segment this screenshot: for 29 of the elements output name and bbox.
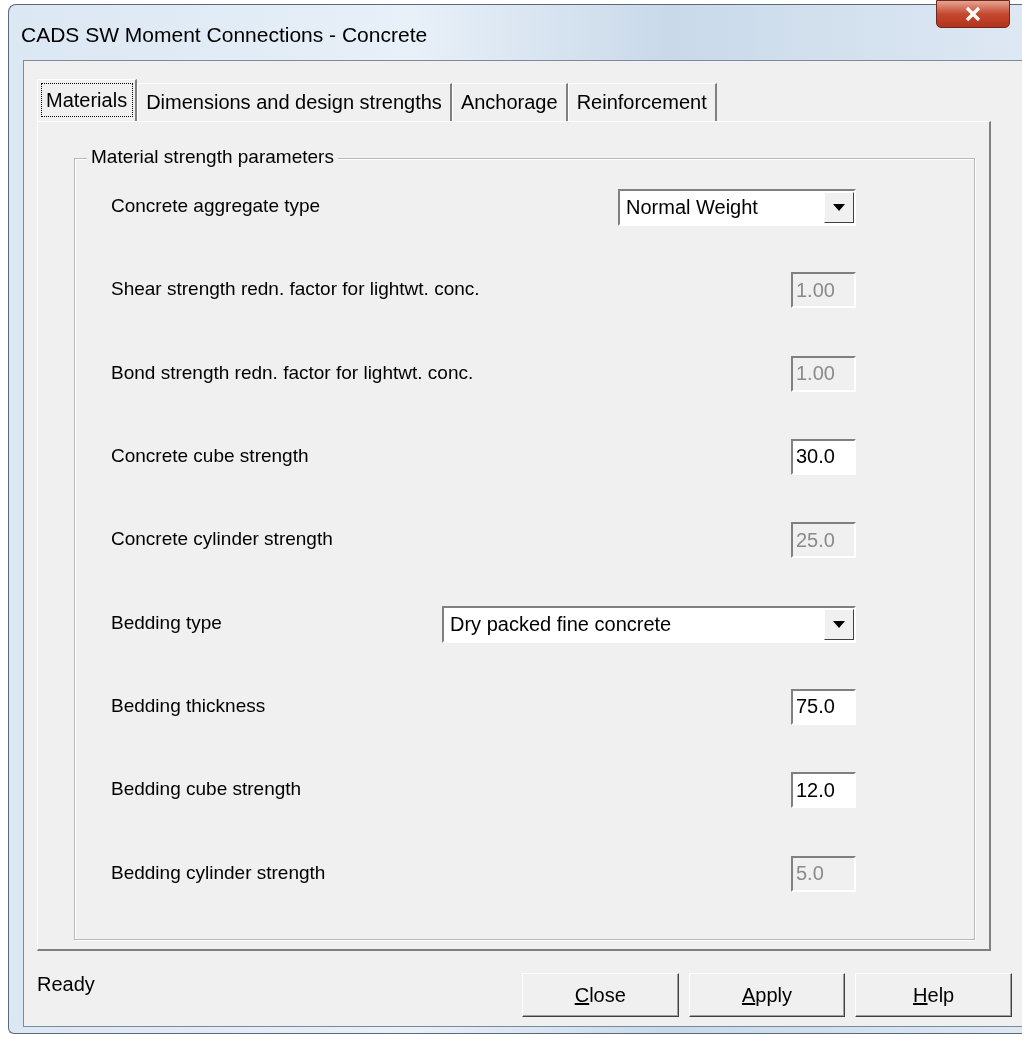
input-field[interactable]: 12.0: [791, 772, 856, 809]
tab[interactable]: Reinforcement: [567, 83, 717, 121]
field-label: Concrete cylinder strength: [111, 528, 333, 551]
tab[interactable]: Dimensions and design strengths: [137, 83, 452, 121]
status-text: Ready: [37, 973, 96, 996]
field-label: Bond strength redn. factor for lightwt. conc.: [111, 361, 474, 384]
field-label: Bedding type: [111, 611, 222, 634]
close-icon: [964, 6, 982, 22]
field-label: Concrete aggregate type: [111, 195, 321, 217]
dropdown[interactable]: Normal Weight: [618, 189, 856, 226]
input-field[interactable]: 75.0: [791, 688, 856, 725]
field-label: Bedding thickness: [111, 694, 266, 717]
field-label: Bedding cylinder strength: [111, 861, 326, 884]
dropdown[interactable]: Dry packed fine concrete: [442, 605, 856, 643]
field-label: Concrete cube strength: [111, 445, 309, 467]
window-title: CADS SW Moment Connections - Concrete: [21, 23, 428, 47]
dialog-button[interactable]: Close: [521, 973, 679, 1017]
input-field[interactable]: 30.0: [791, 439, 856, 475]
close-button[interactable]: [936, 0, 1010, 28]
dialog-button[interactable]: Help: [855, 973, 1012, 1017]
dialog-button[interactable]: Apply: [688, 973, 846, 1017]
caret-icon: [833, 620, 845, 628]
tab[interactable]: Anchorage: [451, 83, 568, 121]
field-label: Bedding cube strength: [111, 778, 302, 801]
caret-icon: [833, 204, 845, 211]
tab[interactable]: Materials: [37, 79, 138, 121]
dropdown-button[interactable]: [824, 192, 854, 223]
dropdown-button[interactable]: [824, 608, 854, 640]
field-label: Shear strength redn. factor for lightwt. conc.: [111, 278, 480, 301]
